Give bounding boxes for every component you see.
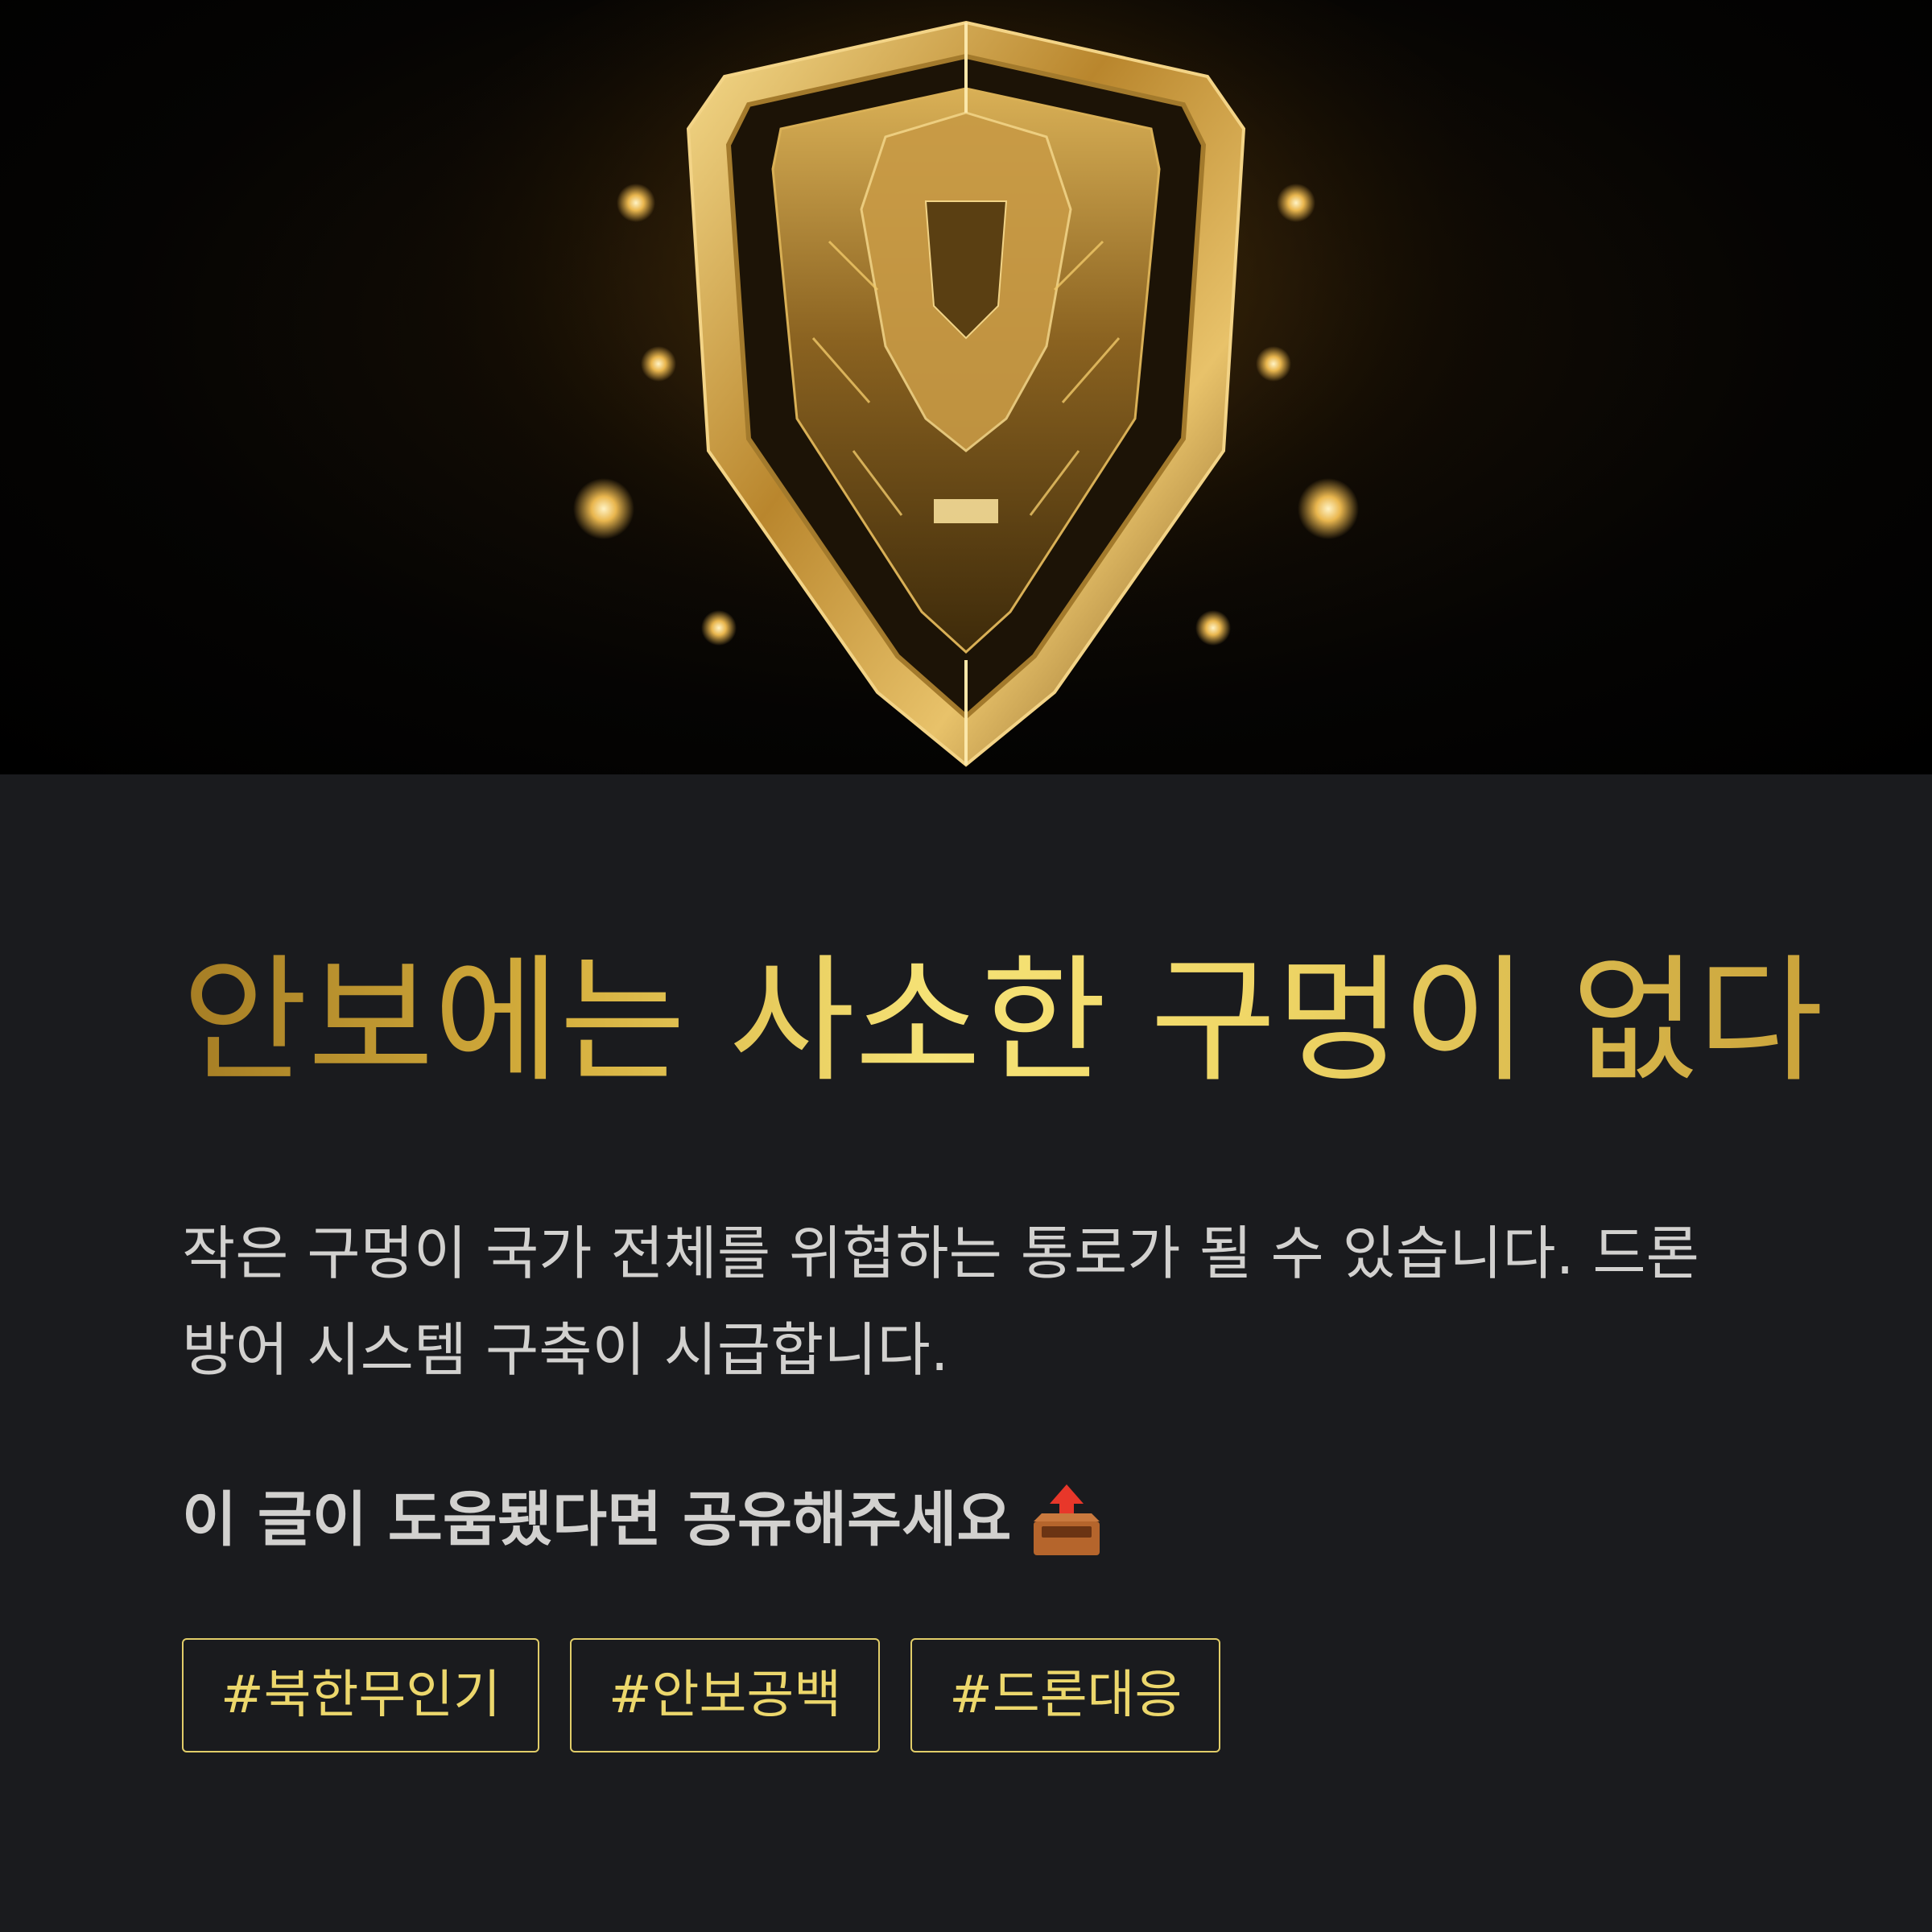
hero-image — [0, 0, 1932, 774]
outbox-tray-icon — [1030, 1481, 1103, 1558]
tag-north-korea-drone[interactable]: #북한무인기 — [182, 1638, 540, 1752]
body-text: 작은 구멍이 국가 전체를 위협하는 통로가 될 수 있습니다. 드론 방어 시… — [182, 1220, 1699, 1384]
tag-security-gap[interactable]: #안보공백 — [570, 1638, 881, 1752]
share-prompt-text: 이 글이 도움됐다면 공유해주세요 — [182, 1485, 1012, 1554]
share-prompt: 이 글이 도움됐다면 공유해주세요 — [182, 1481, 1103, 1558]
tag-drone-response[interactable]: #드론대응 — [910, 1638, 1221, 1752]
tag-list: #북한무인기 #안보공백 #드론대응 — [182, 1638, 1221, 1752]
post-content: 안보에는 사소한 구멍이 없다 작은 구멍이 국가 전체를 위협하는 통로가 될… — [0, 774, 1932, 1932]
shield-illustration — [354, 0, 1578, 767]
headline: 안보에는 사소한 구멍이 없다 — [182, 942, 1823, 1101]
